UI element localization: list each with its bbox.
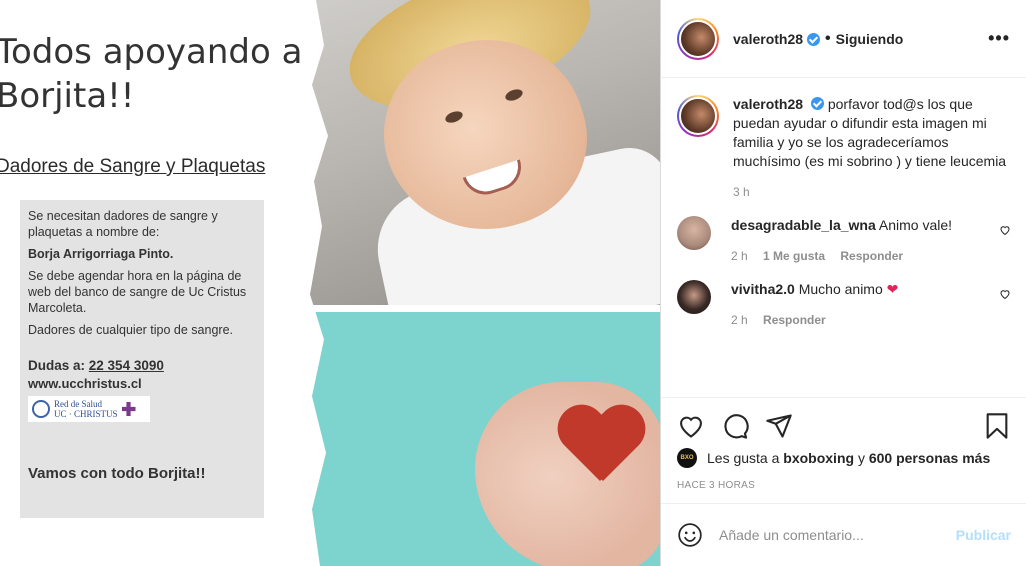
caption-meta: 3 h: [733, 183, 1011, 202]
caption-time[interactable]: 3 h: [733, 185, 750, 199]
post-headline: Todos apoyando a Borjita!!: [0, 32, 303, 116]
caption-avatar-ring[interactable]: [677, 95, 719, 137]
like-comment-icon[interactable]: [999, 224, 1011, 236]
comment-time[interactable]: 2 h: [731, 313, 748, 327]
comment-meta: 2 h 1 Me gusta Responder: [731, 247, 991, 266]
info-line-1: Se necesitan dadores de sangre y plaquet…: [28, 209, 218, 239]
emoji-icon[interactable]: [677, 522, 703, 548]
action-bar: BXO Les gusta a bxoboxing y 600 personas…: [661, 397, 1026, 491]
comment-icon[interactable]: [721, 412, 749, 440]
avatar[interactable]: [679, 97, 717, 135]
reply-button[interactable]: Responder: [840, 249, 903, 263]
liker-username[interactable]: bxoboxing: [783, 450, 854, 466]
uc-christus-logo: Red de Salud UC · CHRISTUS: [28, 396, 150, 422]
post-panel: valeroth28 • Siguiendo ••• valeroth28 po…: [660, 0, 1026, 566]
comments-list[interactable]: valeroth28 porfavor tod@s los que puedan…: [661, 79, 1026, 397]
caption: valeroth28 porfavor tod@s los que puedan…: [677, 95, 1011, 202]
heart-icon[interactable]: [677, 412, 705, 440]
list-item: desagradable_la_wna Animo vale! 2 h 1 Me…: [677, 216, 1011, 266]
patient-name: Borja Arrigorriaga Pinto.: [28, 247, 174, 261]
separator: •: [825, 29, 831, 47]
likes-count[interactable]: 600 personas más: [869, 450, 990, 466]
add-comment-bar: Publicar: [661, 503, 1026, 566]
info-box: Se necesitan dadores de sangre y plaquet…: [20, 200, 264, 518]
post-subhead: Dadores de Sangre y Plaquetas: [0, 156, 266, 177]
bookmark-icon[interactable]: [983, 412, 1011, 440]
header-username[interactable]: valeroth28: [733, 31, 803, 47]
verified-icon: [810, 97, 824, 110]
post-header: valeroth28 • Siguiendo •••: [661, 0, 1026, 78]
comment-likes[interactable]: 1 Me gusta: [763, 249, 825, 263]
child-photo: [310, 0, 660, 305]
story-ring[interactable]: [677, 17, 719, 60]
comment-time[interactable]: 2 h: [731, 249, 748, 263]
phone-number: 22 354 3090: [88, 358, 164, 373]
post-time[interactable]: HACE 3 HORAS: [677, 480, 1011, 491]
comment-text: Mucho animo: [798, 281, 883, 297]
seal-icon: [32, 400, 50, 418]
info-line-2: Se debe agendar hora en la página de web…: [28, 269, 247, 315]
avatar[interactable]: [679, 19, 717, 58]
comment-username[interactable]: vivitha2.0: [731, 281, 795, 297]
heart-emoji: ❤: [886, 281, 899, 297]
website: www.ucchristus.cl: [28, 376, 142, 391]
closing-message: Vamos con todo Borjita!!: [28, 465, 206, 482]
liker-avatar[interactable]: BXO: [677, 448, 697, 468]
avatar[interactable]: [677, 280, 711, 314]
caption-username[interactable]: valeroth28: [733, 96, 803, 112]
comment-text: Animo vale!: [878, 217, 953, 233]
info-line-3: Dadores de cualquier tipo de sangre.: [28, 323, 233, 337]
post-image[interactable]: Todos apoyando a Borjita!! Dadores de Sa…: [0, 0, 660, 566]
publish-button[interactable]: Publicar: [956, 527, 1011, 543]
verified-icon: [807, 33, 821, 46]
comment-meta: 2 h Responder: [731, 311, 991, 330]
following-button[interactable]: Siguiendo: [836, 31, 904, 47]
share-icon[interactable]: [765, 412, 793, 440]
comment-username[interactable]: desagradable_la_wna: [731, 217, 876, 233]
phone-line: Dudas a: 22 354 3090: [28, 358, 164, 373]
more-options-icon[interactable]: •••: [988, 28, 1010, 49]
like-comment-icon[interactable]: [999, 288, 1011, 300]
list-item: vivitha2.0 Mucho animo ❤ 2 h Responder: [677, 280, 1011, 330]
heart-hands-photo: [310, 312, 660, 566]
reply-button[interactable]: Responder: [763, 313, 826, 327]
avatar[interactable]: [677, 216, 711, 250]
likes-summary: BXO Les gusta a bxoboxing y 600 personas…: [677, 448, 1011, 468]
comment-input[interactable]: [719, 527, 956, 543]
cross-icon: [121, 402, 136, 416]
